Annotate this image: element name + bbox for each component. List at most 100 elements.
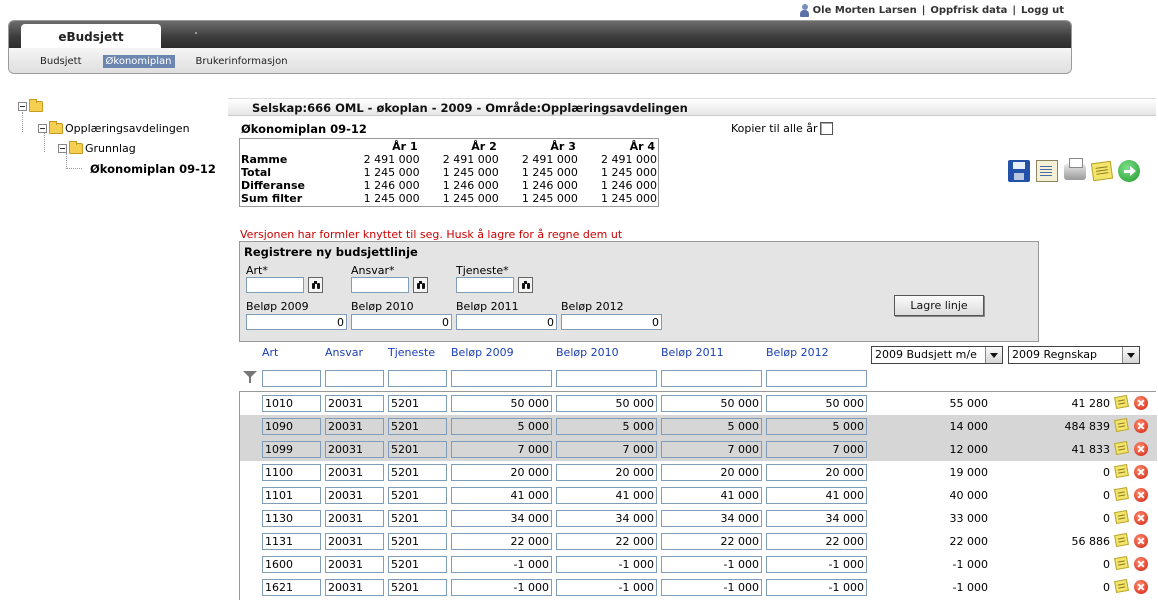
belop-2011-cell[interactable]: 7 000 — [661, 441, 762, 458]
ansvar-cell[interactable]: 20031 — [325, 533, 384, 550]
belop-2012-cell[interactable]: -1 000 — [766, 556, 867, 573]
delete-icon[interactable] — [1134, 511, 1148, 525]
refresh-data-link[interactable]: Oppfrisk data — [930, 5, 1007, 16]
document-icon[interactable] — [1036, 160, 1058, 182]
delete-icon[interactable] — [1134, 396, 1148, 410]
art-cell[interactable]: 1100 — [262, 464, 321, 481]
belop-2012-cell[interactable]: 22 000 — [766, 533, 867, 550]
ansvar-cell[interactable]: 20031 — [325, 418, 384, 435]
belop-2010-cell[interactable]: 22 000 — [556, 533, 657, 550]
tree-node-grunnlag[interactable]: Grunnlag — [58, 141, 136, 155]
belop-2009-cell[interactable]: 5 000 — [451, 418, 552, 435]
brand-tab[interactable]: eBudsjett — [21, 24, 161, 49]
ansvar-cell[interactable]: 20031 — [325, 556, 384, 573]
logout-link[interactable]: Logg ut — [1021, 5, 1064, 16]
note-icon[interactable] — [1114, 578, 1129, 594]
belop-2011-cell[interactable]: 34 000 — [661, 510, 762, 527]
chevron-down-icon[interactable] — [1122, 347, 1139, 363]
tjeneste-cell[interactable]: 5201 — [388, 464, 447, 481]
ansvar-input[interactable] — [351, 277, 409, 293]
print-icon[interactable] — [1064, 158, 1086, 180]
tree-node-opplaeringsavdelingen[interactable]: Opplæringsavdelingen — [38, 121, 190, 135]
art-cell[interactable]: 1010 — [262, 395, 321, 412]
note-icon[interactable] — [1114, 486, 1129, 502]
belop-2011-cell[interactable]: 20 000 — [661, 464, 762, 481]
nav-item-okonomiplan[interactable]: Økonomiplan — [102, 54, 175, 68]
belop-2009-cell[interactable]: 34 000 — [451, 510, 552, 527]
column-header-tjeneste[interactable]: Tjeneste — [388, 346, 435, 359]
tjeneste-cell[interactable]: 5201 — [388, 533, 447, 550]
delete-icon[interactable] — [1134, 442, 1148, 456]
ansvar-cell[interactable]: 20031 — [325, 395, 384, 412]
compare-select-accounts[interactable]: 2009 Regnskap — [1008, 346, 1140, 364]
tree-root[interactable] — [18, 99, 45, 112]
ansvar-lookup-icon[interactable] — [413, 277, 428, 293]
delete-icon[interactable] — [1134, 465, 1148, 479]
nav-item-budsjett[interactable]: Budsjett — [37, 55, 85, 68]
art-lookup-icon[interactable] — [308, 277, 323, 293]
belop-2012-cell[interactable]: -1 000 — [766, 579, 867, 596]
column-header-ansvar[interactable]: Ansvar — [325, 346, 363, 359]
note-icon[interactable] — [1114, 463, 1129, 479]
belop-2012-cell[interactable]: 34 000 — [766, 510, 867, 527]
art-input[interactable] — [246, 277, 304, 293]
delete-icon[interactable] — [1134, 580, 1148, 594]
ansvar-cell[interactable]: 20031 — [325, 579, 384, 596]
save-line-button[interactable]: Lagre linje — [894, 295, 984, 316]
filter-ansvar-input[interactable] — [325, 370, 384, 387]
filter-art-input[interactable] — [262, 370, 321, 387]
column-header-belop-2011[interactable]: Beløp 2011 — [661, 346, 724, 359]
tjeneste-cell[interactable]: 5201 — [388, 510, 447, 527]
filter-tjeneste-input[interactable] — [388, 370, 447, 387]
belop-2010-cell[interactable]: 50 000 — [556, 395, 657, 412]
note-icon[interactable] — [1114, 440, 1129, 456]
tjeneste-cell[interactable]: 5201 — [388, 395, 447, 412]
tjeneste-cell[interactable]: 5201 — [388, 487, 447, 504]
belop-2009-cell[interactable]: 22 000 — [451, 533, 552, 550]
art-cell[interactable]: 1099 — [262, 441, 321, 458]
ansvar-cell[interactable]: 20031 — [325, 510, 384, 527]
nav-item-brukerinformasjon[interactable]: Brukerinformasjon — [193, 55, 291, 68]
art-cell[interactable]: 1621 — [262, 579, 321, 596]
tjeneste-cell[interactable]: 5201 — [388, 579, 447, 596]
filter-belop-2012-input[interactable] — [766, 370, 867, 387]
copy-all-checkbox[interactable] — [819, 122, 833, 135]
belop-2012-cell[interactable]: 5 000 — [766, 418, 867, 435]
tjeneste-cell[interactable]: 5201 — [388, 556, 447, 573]
tjeneste-cell[interactable]: 5201 — [388, 441, 447, 458]
belop-2011-cell[interactable]: 41 000 — [661, 487, 762, 504]
go-arrow-icon[interactable] — [1118, 160, 1140, 182]
belop-2012-cell[interactable]: 7 000 — [766, 441, 867, 458]
belop-2009-cell[interactable]: 50 000 — [451, 395, 552, 412]
tjeneste-input[interactable] — [456, 277, 514, 293]
belop-2009-cell[interactable]: 20 000 — [451, 464, 552, 481]
note-icon[interactable] — [1114, 532, 1129, 548]
belop-2012-cell[interactable]: 41 000 — [766, 487, 867, 504]
filter-belop-2010-input[interactable] — [556, 370, 657, 387]
collapse-icon[interactable] — [38, 124, 47, 133]
art-cell[interactable]: 1130 — [262, 510, 321, 527]
compare-select-budget[interactable]: 2009 Budsjett m/e — [871, 346, 1003, 364]
belop-2011-input[interactable] — [456, 314, 557, 330]
belop-2009-input[interactable] — [246, 314, 347, 330]
tjeneste-lookup-icon[interactable] — [518, 277, 533, 293]
belop-2011-cell[interactable]: 5 000 — [661, 418, 762, 435]
belop-2010-cell[interactable]: 20 000 — [556, 464, 657, 481]
column-header-art[interactable]: Art — [262, 346, 278, 359]
art-cell[interactable]: 1600 — [262, 556, 321, 573]
delete-icon[interactable] — [1134, 557, 1148, 571]
belop-2010-cell[interactable]: -1 000 — [556, 556, 657, 573]
column-header-belop-2010[interactable]: Beløp 2010 — [556, 346, 619, 359]
column-header-belop-2012[interactable]: Beløp 2012 — [766, 346, 829, 359]
tree-node-okonomiplan[interactable]: Økonomiplan 09-12 — [90, 162, 216, 176]
belop-2010-cell[interactable]: 5 000 — [556, 418, 657, 435]
collapse-icon[interactable] — [58, 144, 67, 153]
belop-2012-input[interactable] — [561, 314, 662, 330]
tjeneste-cell[interactable]: 5201 — [388, 418, 447, 435]
note-icon[interactable] — [1114, 555, 1129, 571]
save-icon[interactable] — [1008, 160, 1030, 182]
filter-belop-2011-input[interactable] — [661, 370, 762, 387]
column-header-belop-2009[interactable]: Beløp 2009 — [451, 346, 514, 359]
belop-2009-cell[interactable]: 41 000 — [451, 487, 552, 504]
collapse-icon[interactable] — [18, 102, 27, 111]
